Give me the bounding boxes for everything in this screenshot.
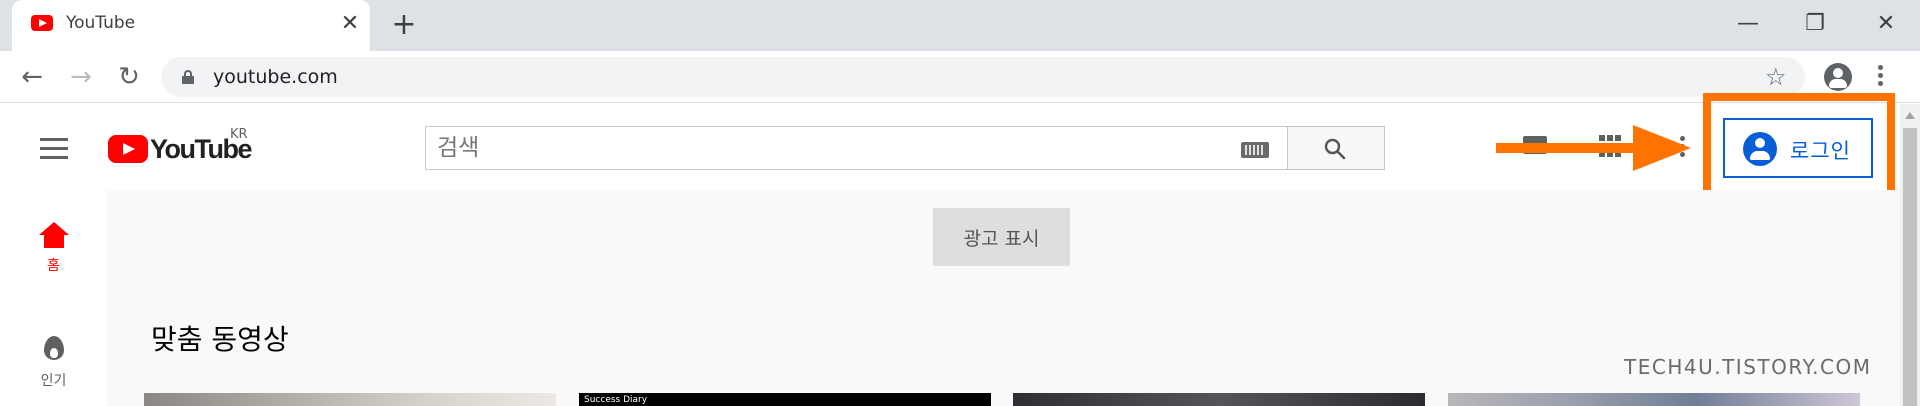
search-box	[425, 126, 1288, 170]
search-icon	[1324, 138, 1346, 160]
browser-menu-icon[interactable]	[1875, 63, 1885, 91]
browser-toolbar: ← → ↻ youtube.com ☆	[0, 51, 1920, 103]
flame-icon	[42, 332, 66, 362]
scrollbar-thumb[interactable]	[1903, 128, 1917, 406]
guide-item-label: 홈	[47, 258, 60, 274]
tab-close-icon[interactable]: ✕	[336, 10, 364, 38]
window-minimize-button[interactable]: —	[1730, 6, 1766, 42]
show-ads-button[interactable]: 광고 표시	[933, 208, 1070, 266]
browser-tabstrip: YouTube ✕ + — ❐ ✕	[0, 0, 1920, 51]
search-button[interactable]	[1288, 126, 1385, 170]
account-circle-icon	[1743, 132, 1777, 166]
back-arrow-icon[interactable]: ←	[15, 60, 49, 94]
youtube-logo[interactable]: YouTube KR	[108, 127, 258, 165]
video-thumbnail[interactable]	[1013, 393, 1425, 406]
youtube-favicon-icon	[31, 15, 53, 31]
guide-menu-icon[interactable]	[40, 138, 68, 159]
annotation-arrow-icon	[1496, 125, 1691, 171]
video-thumbnail[interactable]	[1448, 393, 1860, 406]
address-bar[interactable]: youtube.com ☆	[161, 57, 1805, 97]
thumbnail-caption: Success Diary	[584, 395, 648, 405]
search-input[interactable]	[427, 128, 1207, 168]
browse-content: 광고 표시 맞춤 동영상 Success Diary TECH4U.TISTOR…	[107, 190, 1900, 406]
guide-item-home[interactable]: 홈	[0, 222, 107, 275]
window-close-button[interactable]: ✕	[1868, 6, 1904, 42]
mini-guide: 홈 인기	[0, 190, 107, 406]
section-title: 맞춤 동영상	[151, 323, 289, 356]
scroll-up-arrow-icon[interactable]	[1905, 112, 1915, 119]
youtube-play-logo-icon	[108, 135, 148, 163]
video-thumbnail[interactable]: Success Diary	[579, 393, 991, 406]
url-text[interactable]: youtube.com	[213, 66, 338, 88]
new-tab-button[interactable]: +	[388, 9, 420, 41]
reload-icon[interactable]: ↻	[112, 60, 146, 94]
window-maximize-button[interactable]: ❐	[1797, 6, 1833, 42]
keyboard-icon[interactable]	[1241, 142, 1269, 158]
guide-item-trending[interactable]: 인기	[0, 332, 107, 390]
watermark-text: TECH4U.TISTORY.COM	[1624, 355, 1872, 379]
login-label: 로그인	[1790, 139, 1851, 163]
forward-arrow-icon[interactable]: →	[64, 60, 98, 94]
guide-item-label: 인기	[40, 373, 67, 389]
tab-title: YouTube	[66, 13, 136, 33]
browser-tab[interactable]: YouTube ✕	[12, 0, 370, 51]
video-thumbnail[interactable]	[144, 393, 556, 406]
browser-profile-icon[interactable]	[1824, 63, 1852, 91]
logo-country-code: KR	[230, 127, 248, 142]
lock-icon	[182, 70, 194, 84]
page-scrollbar[interactable]	[1900, 104, 1920, 406]
bookmark-star-icon[interactable]: ☆	[1765, 63, 1787, 91]
home-icon	[38, 222, 69, 250]
login-button[interactable]: 로그인	[1723, 118, 1873, 178]
